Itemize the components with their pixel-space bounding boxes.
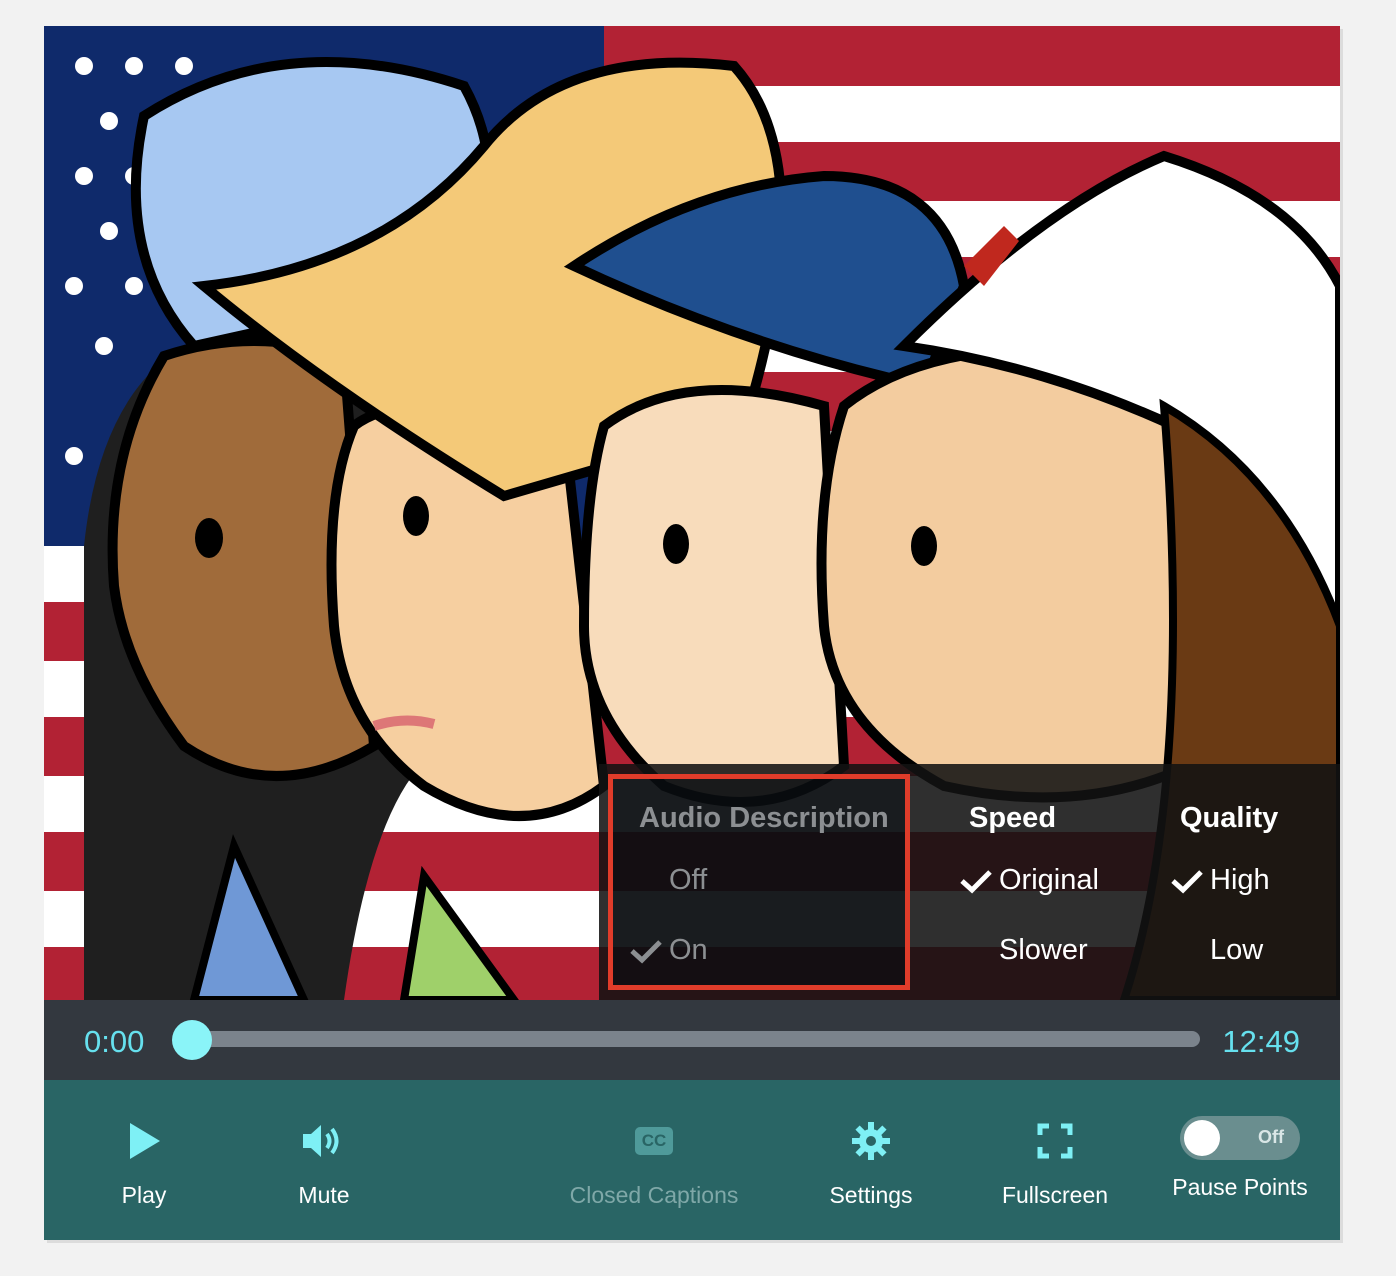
pause-points-toggle[interactable]: Off (1180, 1116, 1300, 1160)
mute-label: Mute (298, 1182, 350, 1208)
duration: 12:49 (1222, 1024, 1300, 1059)
pause-points-label: Pause Points (1172, 1174, 1308, 1200)
option-label: High (1210, 864, 1270, 896)
settings-button[interactable]: Settings (781, 1120, 961, 1209)
closed-captions-label: Closed Captions (569, 1182, 739, 1208)
fullscreen-icon (1037, 1123, 1073, 1159)
current-time: 0:00 (84, 1024, 145, 1059)
speaker-icon (303, 1125, 339, 1157)
quality-high-option[interactable]: High (1170, 864, 1270, 897)
video-player: Audio Description Off On Speed Original … (44, 26, 1340, 1240)
option-label: Low (1210, 934, 1264, 966)
fullscreen-label: Fullscreen (1001, 1182, 1109, 1208)
quality-heading: Quality (1180, 802, 1279, 834)
checkmark-icon (1171, 869, 1203, 893)
speed-slower-option[interactable]: Slower (999, 934, 1088, 967)
play-button[interactable]: Play (54, 1120, 234, 1209)
speed-original-option[interactable]: Original (959, 864, 1099, 897)
option-label: Slower (999, 934, 1088, 966)
speed-heading: Speed (969, 802, 1057, 834)
play-icon (130, 1123, 160, 1159)
progress-handle[interactable] (172, 1020, 212, 1060)
toggle-state: Off (1258, 1127, 1284, 1147)
progress-bar: 0:00 12:49 (44, 1000, 1340, 1080)
audio-description-highlight (608, 774, 910, 990)
quality-column: Quality High Low (1171, 764, 1330, 1000)
quality-low-option[interactable]: Low (1210, 934, 1263, 967)
settings-label: Settings (829, 1182, 913, 1208)
progress-track[interactable] (192, 1031, 1200, 1047)
speed-column: Speed Original Slower (960, 764, 1169, 1000)
mute-button[interactable]: Mute (234, 1120, 414, 1209)
option-label: Original (999, 864, 1099, 896)
toggle-knob (1184, 1120, 1220, 1156)
control-bar: Play Mute CC Closed Captions Settings Fu… (44, 1080, 1340, 1240)
cc-icon: CC (635, 1127, 673, 1155)
closed-captions-button[interactable]: CC Closed Captions (564, 1120, 744, 1209)
fullscreen-button[interactable]: Fullscreen (965, 1120, 1145, 1209)
play-label: Play (121, 1182, 167, 1208)
checkmark-icon (960, 869, 992, 893)
gear-icon (852, 1122, 890, 1160)
